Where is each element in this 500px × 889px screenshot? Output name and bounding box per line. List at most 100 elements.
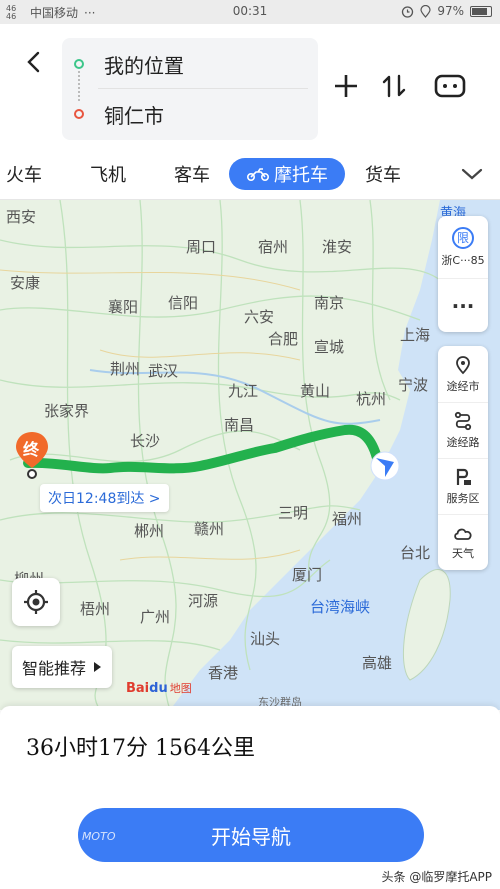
more-tools-button[interactable]: ···: [438, 278, 488, 332]
tab-truck-label: 货车: [365, 165, 401, 186]
city-label: 淮安: [322, 238, 353, 256]
tab-motorcycle[interactable]: 摩托车: [229, 158, 345, 190]
plus-icon: [335, 75, 357, 97]
status-bar: 46 46 中国移动 ··· 00:31 97%: [0, 0, 500, 24]
alarm-icon: [402, 5, 414, 18]
tab-motorcycle-label: 摩托车: [274, 165, 328, 186]
battery-percent: 97%: [437, 4, 464, 18]
baidu-map-logo: Baidu 地图: [126, 680, 192, 696]
tabs-expand-button[interactable]: [452, 158, 492, 190]
destination-field[interactable]: 铜仁市: [62, 90, 318, 138]
plate-restriction-button[interactable]: 限 浙C···85: [438, 216, 488, 278]
restriction-badge-icon: 限: [452, 226, 474, 249]
plate-number: 浙C···85: [441, 253, 485, 267]
logo-sub: 地图: [169, 682, 192, 695]
logo-du: du: [149, 681, 168, 696]
battery-icon: [470, 5, 492, 17]
city-label: 厦门: [292, 566, 323, 584]
city-label: 周口: [186, 238, 217, 256]
city-label: 长沙: [130, 432, 161, 450]
tab-truck[interactable]: 货车: [355, 158, 411, 190]
city-label: 郴州: [134, 522, 165, 540]
arrival-time-text: 次日12:48到达 >: [48, 491, 161, 507]
weather-button[interactable]: 天气: [438, 514, 488, 570]
restriction-panel: 限 浙C···85 ···: [438, 216, 488, 332]
tab-train[interactable]: 火车: [0, 158, 50, 190]
tab-train-label: 火车: [6, 165, 42, 186]
pin-icon: [456, 355, 470, 374]
swap-icon: [382, 74, 406, 98]
city-label: 上海: [400, 326, 431, 344]
watermark-left: LO MOTO: [64, 830, 116, 843]
more-dots-icon: ···: [451, 293, 475, 318]
city-label: 汕头: [250, 630, 281, 648]
route-summary-sheet: 36小时17分 1564公里 开始导航 LO MOTO 头条 @临罗摩托APP: [0, 706, 500, 889]
city-label: 黄山: [300, 382, 331, 400]
tab-bus[interactable]: 客车: [162, 158, 222, 190]
back-button[interactable]: [20, 48, 48, 76]
city-label: 宁波: [398, 376, 429, 394]
city-label: 武汉: [148, 362, 179, 380]
road-icon: [454, 411, 472, 431]
city-label: 安康: [10, 274, 41, 292]
city-label: 九江: [228, 382, 259, 400]
city-label: 香港: [208, 664, 239, 682]
start-navigation-label: 开始导航: [211, 824, 291, 849]
city-label: 广州: [140, 608, 171, 626]
tab-flight[interactable]: 飞机: [80, 158, 136, 190]
city-label: 杭州: [356, 390, 387, 408]
service-area-button[interactable]: 服务区: [438, 458, 488, 514]
city-label: 梧州: [80, 600, 111, 618]
locate-me-button[interactable]: [12, 578, 60, 626]
weather-label: 天气: [452, 547, 474, 560]
destination-dot-icon: [74, 109, 84, 119]
smart-recommend-label: 智能推荐: [22, 659, 87, 678]
via-road-button[interactable]: 途经路: [438, 402, 488, 458]
swap-route-button[interactable]: [374, 66, 414, 106]
location-status-icon: [420, 4, 431, 18]
city-label: 张家界: [44, 402, 90, 420]
origin-text: 我的位置: [104, 53, 184, 78]
city-label: 信阳: [168, 294, 199, 312]
logo-bai: Bai: [126, 681, 150, 696]
chevron-left-icon: [27, 51, 40, 73]
city-label: 高雄: [362, 654, 393, 672]
triangle-right-icon: [94, 662, 102, 672]
city-label: 宿州: [258, 238, 289, 256]
tab-flight-label: 飞机: [90, 165, 126, 186]
via-city-button[interactable]: 途经市: [438, 346, 488, 402]
route-input-box: 我的位置 铜仁市: [62, 38, 318, 140]
crosshair-icon: [24, 590, 48, 614]
start-navigation-button[interactable]: 开始导航: [78, 808, 424, 862]
city-label: 福州: [332, 510, 363, 528]
origin-field[interactable]: 我的位置: [62, 40, 318, 88]
transport-tabs: 火车 飞机 客车 摩托车 货车: [0, 148, 500, 200]
options-icon: [434, 74, 466, 98]
via-city-label: 途经市: [446, 379, 480, 393]
city-label: 合肥: [268, 330, 299, 348]
city-label: 荆州: [110, 360, 141, 378]
city-label: 西安: [6, 208, 37, 226]
smart-recommend-button[interactable]: 智能推荐: [12, 646, 113, 688]
via-road-label: 途经路: [446, 436, 480, 449]
end-marker-label: 终: [23, 440, 40, 459]
service-area-label: 服务区: [446, 492, 480, 505]
city-label: 赣州: [194, 520, 225, 538]
motorcycle-icon: [247, 168, 269, 181]
watermark-right: 头条 @临罗摩托APP: [381, 870, 493, 884]
destination-text: 铜仁市: [104, 103, 164, 128]
chevron-down-icon: [461, 168, 483, 180]
map-view[interactable]: 西安 安康 周口 宿州 淮安 襄阳 信阳 六安 南京 上海 荆州 武汉 合肥 宣…: [0, 200, 500, 710]
route-header: 我的位置 铜仁市: [0, 24, 500, 148]
city-label: 襄阳: [108, 298, 139, 316]
tab-bus-label: 客车: [174, 165, 210, 186]
city-label: 河源: [188, 592, 219, 610]
city-label: 南京: [314, 294, 345, 312]
arrival-time-link[interactable]: 次日12:48到达 >: [40, 484, 169, 512]
route-summary: 36小时17分 1564公里: [26, 736, 255, 761]
add-waypoint-button[interactable]: [326, 66, 366, 106]
side-tools-panel: 途经市 途经路 服务区 天气: [438, 346, 488, 570]
more-options-button[interactable]: [430, 66, 470, 106]
city-label: 台北: [400, 544, 431, 562]
city-label: 南昌: [224, 416, 255, 434]
